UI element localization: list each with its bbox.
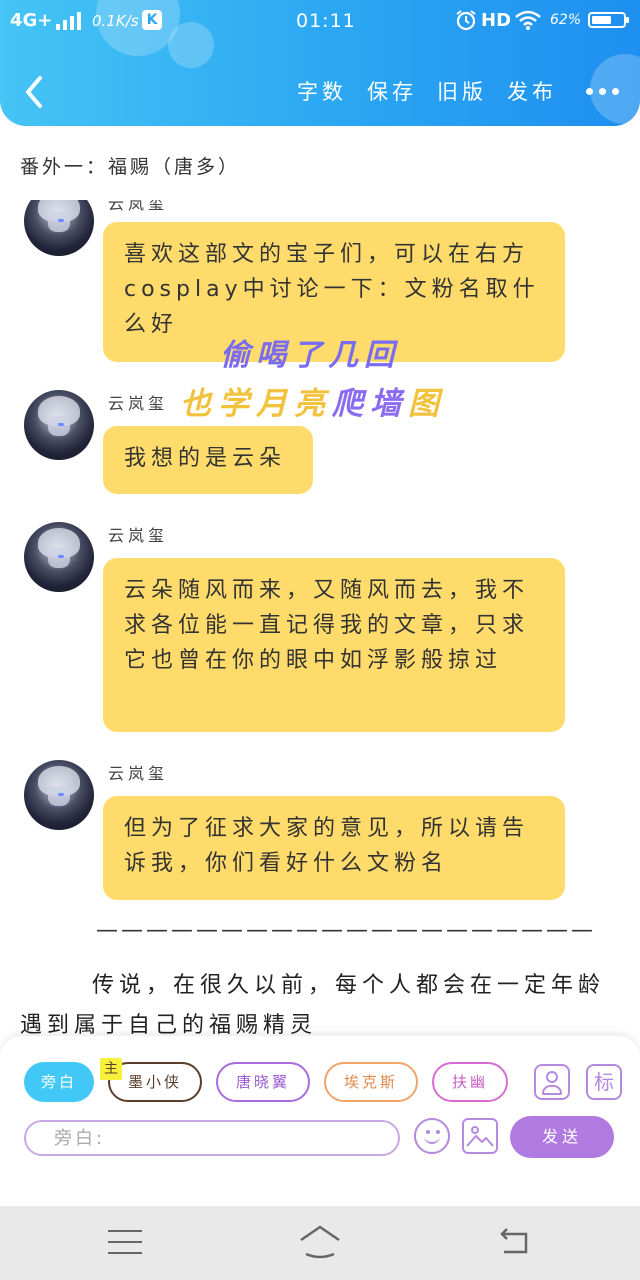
battery-icon [588, 12, 629, 28]
chat-list: 云岚玺 喜欢这部文的宝子们，可以在右方cosplay中讨论一下：文粉名取什么好 … [0, 200, 640, 1038]
avatar[interactable] [24, 760, 94, 830]
avatar[interactable] [24, 200, 94, 256]
overlay-caption-line2: 也学月亮爬墙图 [180, 378, 446, 423]
main-role-badge: 主 [100, 1058, 122, 1080]
message-bubble[interactable]: 但为了征求大家的意见，所以请告诉我，你们看好什么文粉名 [103, 796, 565, 900]
status-bar: 4G+ 0.1K/s K 01:11 HD 62% [0, 0, 640, 44]
alarm-icon [455, 9, 477, 36]
network-type: 4G+ [10, 10, 53, 31]
chevron-left-icon [26, 76, 42, 108]
speaker-name: 云岚玺 [108, 764, 169, 783]
network-speed: 0.1K/s [92, 12, 139, 30]
header-actions: 字数 保存 旧版 发布 [277, 76, 622, 106]
role-chip-fuyou[interactable]: 扶幽 [432, 1062, 508, 1102]
message-bubble[interactable]: 我想的是云朵 [103, 426, 313, 494]
role-chip-tangxiaoyi[interactable]: 唐晓翼 [216, 1062, 310, 1102]
battery-tip [626, 17, 629, 23]
wifi-icon [515, 10, 541, 35]
overlay-text-highlight: 爬墙 [332, 386, 408, 422]
system-nav-bar [0, 1206, 640, 1280]
emoji-icon[interactable] [414, 1118, 450, 1154]
message-bubble[interactable]: 云朵随风而来，又随风而去，我不求各位能一直记得我的文章，只求它也曾在你的眼中如浮… [103, 558, 565, 732]
avatar[interactable] [24, 390, 94, 460]
more-options-icon[interactable] [583, 76, 622, 106]
speaker-name: 云岚玺 [108, 394, 169, 413]
role-chip-moxiaoxia[interactable]: 墨小侠 [108, 1062, 202, 1102]
overlay-text: 图 [408, 386, 446, 422]
tag-button[interactable]: 标 [586, 1064, 622, 1100]
battery-level [592, 16, 611, 24]
overlay-text: 也学月亮 [180, 386, 332, 422]
send-button[interactable]: 发送 [510, 1116, 614, 1158]
role-chip-aikesi[interactable]: 埃克斯 [324, 1062, 418, 1102]
menu-icon[interactable] [108, 1230, 142, 1256]
battery-percent: 62% [550, 12, 582, 28]
save-button[interactable]: 保存 [367, 76, 417, 106]
old-version-button[interactable]: 旧版 [437, 76, 487, 106]
return-icon[interactable] [496, 1226, 532, 1258]
publish-button[interactable]: 发布 [507, 76, 557, 106]
speaker-name: 云岚玺 [108, 526, 169, 545]
avatar[interactable] [24, 522, 94, 592]
editor-screen: 4G+ 0.1K/s K 01:11 HD 62% 字数 保存 旧版 发布 番外… [0, 0, 640, 1280]
overlay-caption-line1: 偷喝了几回 [220, 338, 400, 373]
top-header: 4G+ 0.1K/s K 01:11 HD 62% 字数 保存 旧版 发布 [0, 0, 640, 126]
hd-indicator: HD [481, 10, 512, 31]
section-divider: ———————————————————— [96, 918, 596, 943]
chapter-title: 番外一：福赐（唐多） [20, 156, 241, 178]
back-button[interactable] [20, 74, 50, 110]
image-icon[interactable] [462, 1118, 498, 1154]
add-character-icon[interactable] [534, 1064, 570, 1100]
role-chip-narrator[interactable]: 旁白 [24, 1062, 94, 1102]
clock: 01:11 [296, 10, 356, 32]
speaker-name: 云岚玺 [108, 200, 169, 213]
compose-panel: 旁白 墨小侠 主 唐晓翼 埃克斯 扶幽 标 发送 [0, 1036, 640, 1206]
message-input[interactable] [24, 1120, 400, 1156]
signal-icon [56, 12, 84, 35]
app-notification-icon: K [142, 10, 162, 30]
word-count-button[interactable]: 字数 [297, 76, 347, 106]
home-icon[interactable] [298, 1224, 342, 1260]
narrative-paragraph[interactable]: 传说，在很久以前，每个人都会在一定年龄遇到属于自己的福赐精灵 [20, 966, 616, 1046]
